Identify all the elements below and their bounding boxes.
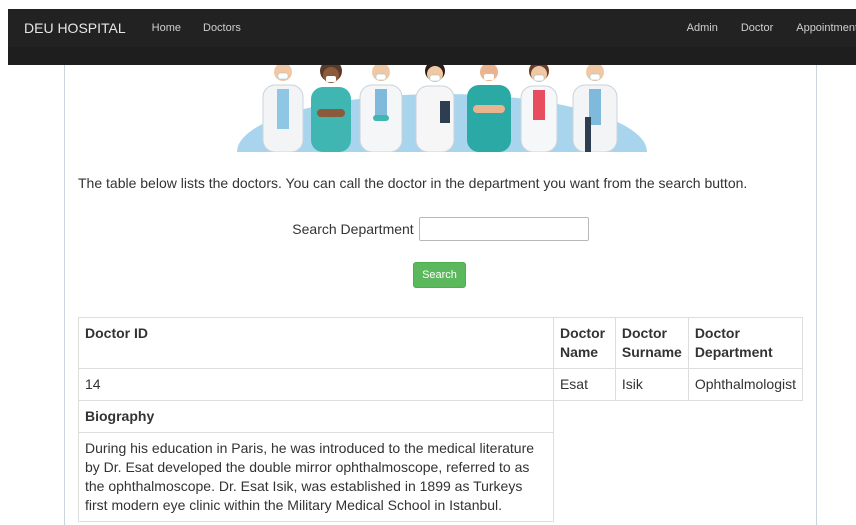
- biography-heading: Biography: [78, 400, 554, 433]
- header-doctor-department-line2: Department: [694, 344, 773, 360]
- header-doctor-name-line2: Name: [559, 344, 599, 360]
- nav-appointment-link[interactable]: Appointment: [796, 22, 856, 34]
- search-label: Search Department: [292, 221, 414, 237]
- nav-doctor-link[interactable]: Doctor: [741, 22, 773, 34]
- navbar-underbar: [8, 47, 856, 65]
- biography-row: During his education in Paris, he was in…: [78, 432, 803, 522]
- intro-text: The table below lists the doctors. You c…: [78, 175, 748, 191]
- header-doctor-surname: Doctor Surname: [614, 317, 689, 369]
- nav-doctors-link[interactable]: Doctors: [203, 22, 241, 34]
- search-department-input[interactable]: [418, 217, 589, 241]
- search-button[interactable]: Search: [413, 262, 466, 288]
- nav-admin-link[interactable]: Admin: [687, 22, 718, 34]
- empty-cell: [553, 401, 802, 433]
- cell-doctor-name: Esat: [552, 368, 616, 401]
- biography-text: During his education in Paris, he was in…: [78, 432, 554, 522]
- header-doctor-surname-line1: Doctor: [621, 325, 668, 341]
- table-header-row: Doctor ID Doctor Name Doctor Surname Docto…: [78, 317, 804, 369]
- navbar-row: DEU HOSPITAL Home Doctors Admin Doctor A…: [8, 9, 856, 47]
- navbar: DEU HOSPITAL Home Doctors Admin Doctor A…: [8, 9, 856, 65]
- empty-cell: [553, 433, 802, 522]
- nav-home-link[interactable]: Home: [152, 22, 181, 34]
- header-doctor-name: Doctor Name: [552, 317, 616, 369]
- header-doctor-surname-line2: Surname: [621, 344, 682, 360]
- header-doctor-department-line1: Doctor: [694, 325, 740, 341]
- doctors-illustration: [237, 65, 647, 152]
- doctors-table: Doctor ID Doctor Name Doctor Surname Docto…: [78, 317, 804, 522]
- navbar-right: Admin Doctor Appointment: [664, 22, 856, 34]
- main-panel: The table below lists the doctors. You c…: [64, 65, 817, 525]
- search-row: Search Department: [65, 215, 816, 243]
- cell-doctor-id: 14: [78, 368, 554, 401]
- table-row: 14 Esat Isik Ophthalmologist: [78, 368, 804, 401]
- brand-logo[interactable]: DEU HOSPITAL: [24, 20, 126, 36]
- biography-heading-row: Biography: [78, 400, 803, 433]
- cell-doctor-department: Ophthalmologist: [687, 368, 804, 401]
- cell-doctor-surname: Isik: [614, 368, 689, 401]
- header-doctor-name-line1: Doctor: [559, 325, 606, 341]
- header-doctor-id: Doctor ID: [78, 317, 554, 369]
- header-doctor-department: Doctor Department: [687, 317, 804, 369]
